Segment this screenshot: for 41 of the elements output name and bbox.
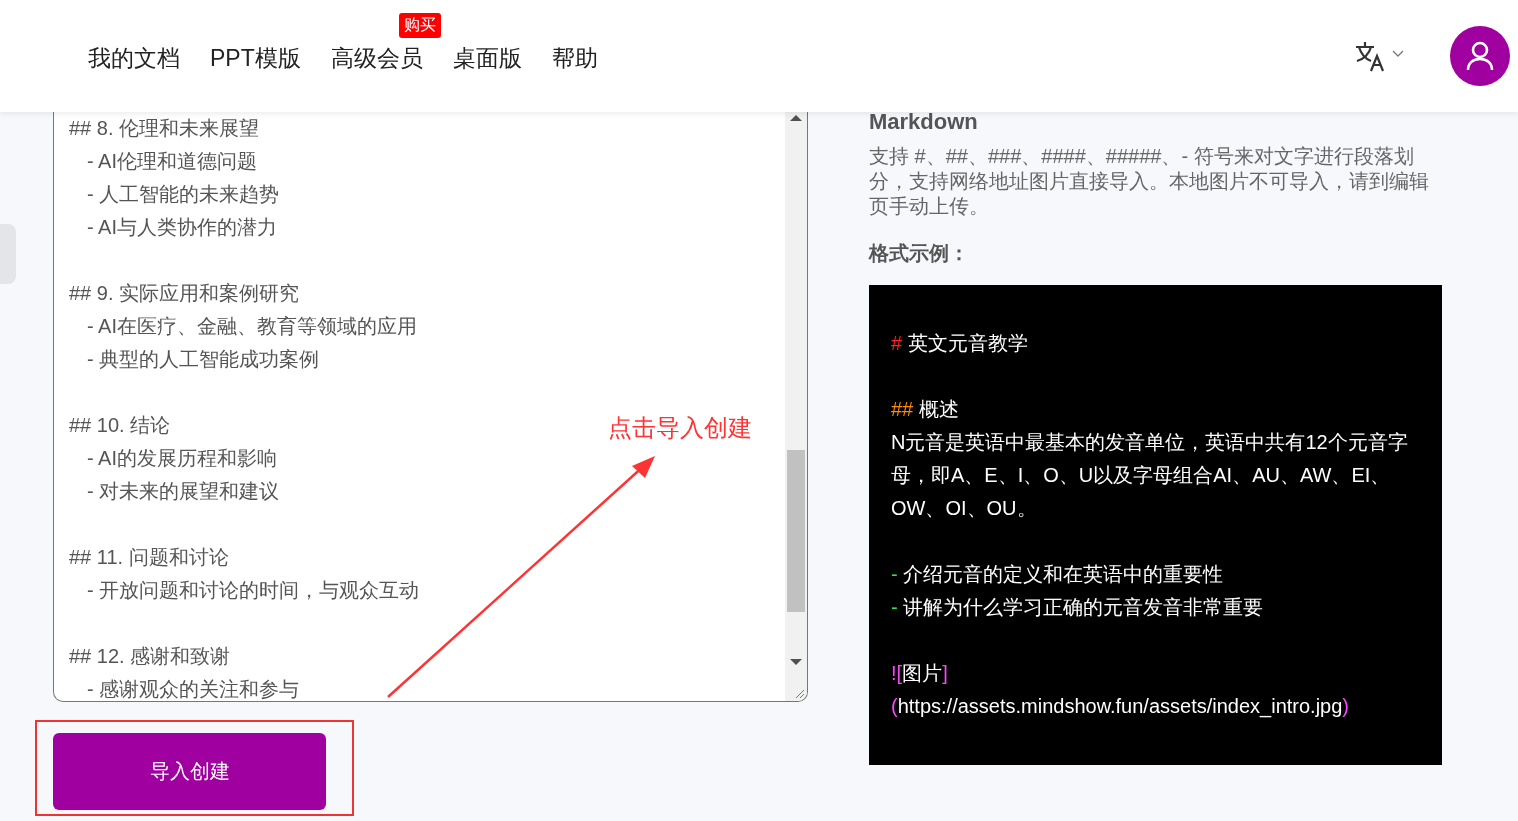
editor-line: - 感谢观众的关注和参与 [86,677,300,701]
nav-link[interactable]: PPT模版 [210,44,301,71]
scroll-down-icon[interactable] [790,658,802,666]
editor-line: - 开放问题和讨论的时间，与观众互动 [86,578,420,603]
help-title: Markdown [869,108,979,136]
example-line: # 英文元音教学 [891,331,1029,356]
editor-line: - AI伦理和道德问题 [86,149,257,174]
user-avatar[interactable] [1450,26,1510,86]
example-line: N元音是英语中最基本的发音单位，英语中共有12个元音字母，即A、E、I、O、U以及字母组合AI、AU、AW、EI、OW、OI、OU。 [891,430,1409,521]
editor-line: - AI的发展历程和影响 [86,446,277,471]
editor-line: ## 10. 结论 [69,413,171,438]
scrollbar-thumb[interactable] [787,450,805,612]
import-create-button[interactable]: 导入创建 [53,733,326,810]
editor-line: ## 8. 伦理和未来展望 [69,116,260,141]
example-line: ![图片] [891,661,949,686]
badge: 购买 [398,12,441,38]
example-label: 格式示例： [869,241,970,266]
editor-line: - AI与人类协作的潜力 [86,215,277,240]
example-line: ## 概述 [891,397,960,422]
example-line: - 介绍元音的定义和在英语中的重要性 [891,562,1225,587]
editor-line: - AI在医疗、金融、教育等领域的应用 [86,314,417,339]
nav-link[interactable]: 帮助 [551,44,598,71]
example-line: - 讲解为什么学习正确的元音发音非常重要 [891,595,1265,620]
nav-link[interactable]: 我的文档 [88,44,180,71]
nav-link[interactable]: 高级会员 [330,44,423,71]
editor-line: - 典型的人工智能成功案例 [86,347,320,372]
scroll-up-icon[interactable] [790,114,802,122]
help-description: 支持 #、##、###、####、#####、- 符号来对文字进行段落划分，支持网络地址图片直接导入。本地图片不可导入，请到编辑页手动上传。 [869,144,1430,219]
nav-link[interactable]: 桌面版 [452,44,522,71]
resize-grip-icon[interactable] [793,687,805,699]
scrollbar[interactable] [785,112,807,701]
editor-line: - 人工智能的未来趋势 [86,182,280,207]
editor-line: - 对未来的展望和建议 [86,479,280,504]
example-line: (https://assets.mindshow.fun/assets/index_intro.jpg) [891,694,1351,720]
editor-line: ## 12. 感谢和致谢 [69,644,231,669]
editor-line: ## 11. 问题和讨论 [69,545,229,570]
user-icon [1466,41,1494,71]
annotation-text: 点击导入创建 [608,413,752,443]
chevron-down-icon [1392,50,1404,58]
language-button[interactable] [1354,40,1404,72]
editor-line: ## 9. 实际应用和案例研究 [69,281,300,306]
